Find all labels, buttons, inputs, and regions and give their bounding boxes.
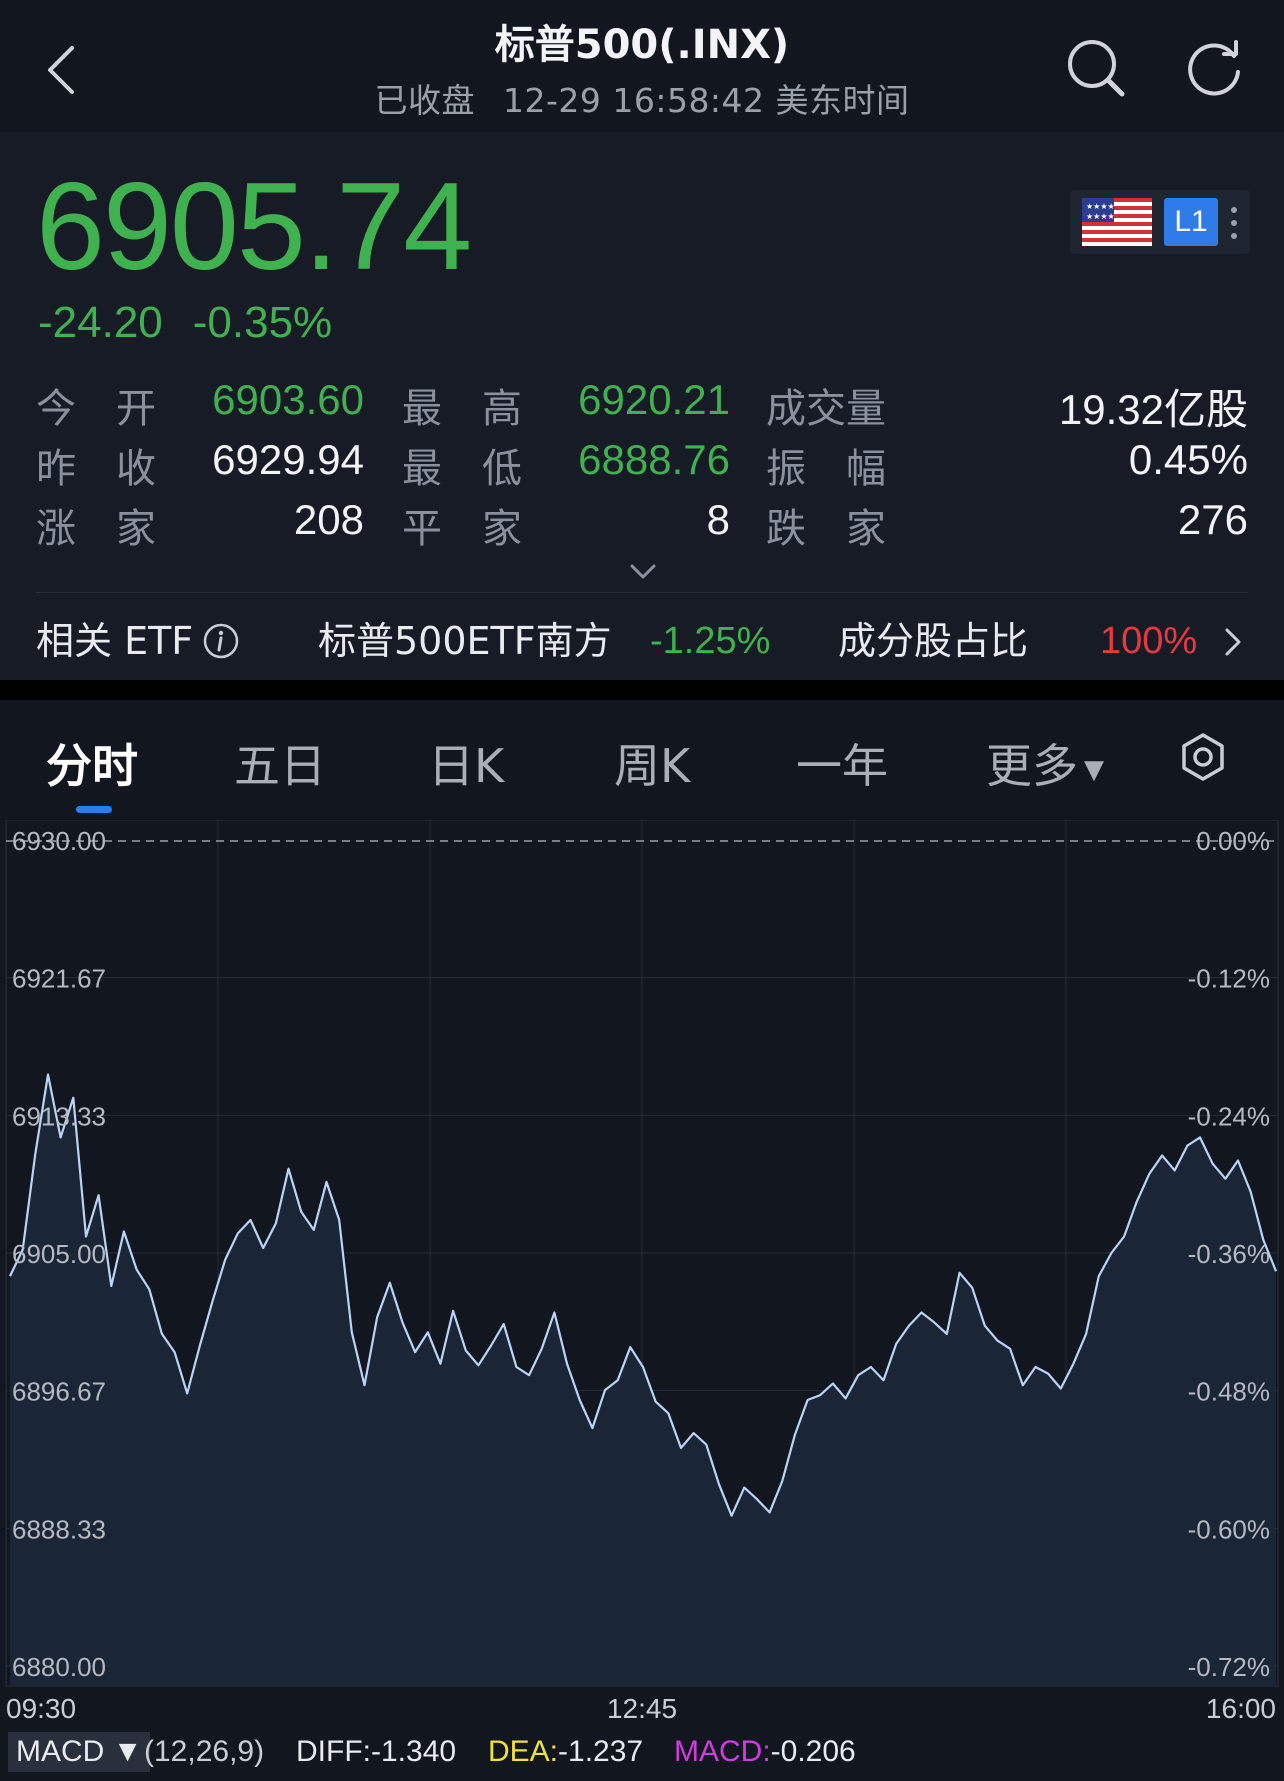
y-axis-tick-left: 6896.67 bbox=[12, 1377, 106, 1407]
last-price: 6905.74 bbox=[36, 158, 472, 296]
tab-more-label: 更多 bbox=[986, 739, 1078, 793]
stat-label: 最低 bbox=[402, 446, 562, 492]
x-axis-tick: 12:45 bbox=[607, 1693, 677, 1724]
tab-one-year[interactable]: 一年 bbox=[796, 730, 888, 796]
tab-daily-k[interactable]: 日K bbox=[428, 730, 504, 796]
stat-label: 跌家 bbox=[766, 506, 926, 552]
chevron-down-icon[interactable] bbox=[628, 560, 658, 584]
macd-value: MACD:-0.206 bbox=[674, 1730, 856, 1774]
related-etf-label: 相关 ETF bbox=[36, 619, 194, 663]
divider bbox=[36, 592, 1248, 593]
market-datetime: 12-29 16:58:42 美东时间 bbox=[502, 81, 910, 120]
stat-value: 6888.76 bbox=[578, 436, 730, 483]
macd-number: -0.206 bbox=[770, 1735, 856, 1768]
stats-row: 昨收 6929.94 最低 6888.76 振幅 0.45% bbox=[36, 436, 1251, 496]
market-badge[interactable]: ★★★★ ★★★★ L1 bbox=[1070, 190, 1250, 254]
level-badge: L1 bbox=[1164, 198, 1218, 246]
stat-value: 276 bbox=[1177, 496, 1248, 543]
indicator-select[interactable]: MACD ▼ bbox=[8, 1732, 151, 1772]
tab-weekly-k[interactable]: 周K bbox=[614, 730, 690, 796]
x-axis-tick: 09:30 bbox=[6, 1693, 76, 1724]
component-ratio-label[interactable]: 成分股占比 bbox=[838, 602, 1028, 680]
stat-label: 涨家 bbox=[36, 506, 196, 552]
macd-diff: DIFF:-1.340 bbox=[296, 1730, 456, 1774]
quote-stats: 今开 6903.60 最高 6920.21 成交量 19.32亿股昨收 6929.94 最低 6… bbox=[36, 376, 1251, 556]
x-axis-tick: 16:00 bbox=[1206, 1693, 1276, 1724]
macd-indicator-bar: MACD ▼ (12,26,9) DIFF:-1.340 DEA:-1.237 … bbox=[0, 1730, 1284, 1774]
stat-value: 6920.21 bbox=[578, 376, 730, 423]
y-axis-tick-right: -0.60% bbox=[1188, 1514, 1270, 1544]
quote-panel: 6905.74 -24.20 -0.35% ★★★★ ★★★★ L1 今开 6903… bbox=[0, 132, 1284, 680]
settings-icon[interactable] bbox=[1178, 732, 1228, 782]
macd-params: (12,26,9) bbox=[144, 1735, 265, 1768]
chevron-right-icon[interactable] bbox=[1222, 626, 1244, 658]
info-icon[interactable] bbox=[202, 622, 240, 660]
change-percent: -0.35% bbox=[192, 298, 333, 347]
stat-label: 振幅 bbox=[766, 446, 926, 492]
market-status-label: 已收盘 bbox=[374, 81, 475, 120]
refresh-icon[interactable] bbox=[1180, 32, 1250, 102]
y-axis-tick-right: -0.12% bbox=[1188, 964, 1270, 994]
chart-period-tabs: 分时 五日 日K 周K 一年 更多 ▼ bbox=[0, 700, 1284, 820]
stat-value: 6903.60 bbox=[212, 376, 364, 423]
top-bar: 标普500(.INX) 已收盘 12-29 16:58:42 美东时间 bbox=[0, 0, 1284, 132]
stat-value: 19.32亿股 bbox=[1058, 386, 1248, 433]
stat-value: 8 bbox=[706, 496, 730, 543]
svg-text:★★★★: ★★★★ bbox=[1086, 202, 1115, 211]
stat-label: 昨收 bbox=[36, 446, 196, 492]
y-axis-tick-right: -0.48% bbox=[1188, 1377, 1270, 1407]
stats-row: 今开 6903.60 最高 6920.21 成交量 19.32亿股 bbox=[36, 376, 1251, 436]
y-axis-tick-left: 6921.67 bbox=[12, 964, 106, 994]
svg-text:★★★★: ★★★★ bbox=[1086, 212, 1115, 221]
diff-value: -1.340 bbox=[371, 1735, 457, 1768]
y-axis-tick-left: 6905.00 bbox=[12, 1239, 106, 1269]
tab-more[interactable]: 更多 ▼ bbox=[986, 730, 1104, 796]
indicator-name: MACD bbox=[16, 1735, 105, 1768]
stats-row: 涨家 208 平家 8 跌家 276 bbox=[36, 496, 1251, 556]
y-axis-tick-left: 6913.33 bbox=[12, 1101, 106, 1131]
dropdown-caret-icon: ▼ bbox=[112, 1735, 143, 1768]
stat-label: 最高 bbox=[402, 386, 562, 432]
change-value: -24.20 bbox=[38, 298, 163, 347]
y-axis-tick-left: 6888.33 bbox=[12, 1514, 106, 1544]
component-ratio-value: 100% bbox=[1100, 620, 1198, 662]
etf-change: -1.25% bbox=[650, 620, 771, 662]
tab-intraday[interactable]: 分时 bbox=[46, 730, 138, 796]
intraday-chart[interactable]: 6930.00 6921.67 6913.33 6905.00 6896.67 6888.… bbox=[0, 819, 1284, 1781]
tab-five-day[interactable]: 五日 bbox=[234, 730, 326, 796]
y-axis-tick-left: 6930.00 bbox=[12, 826, 106, 856]
y-axis-tick-right: -0.24% bbox=[1188, 1101, 1270, 1131]
dea-value: -1.237 bbox=[558, 1735, 644, 1768]
chart-svg[interactable]: 6930.00 6921.67 6913.33 6905.00 6896.67 6888.… bbox=[0, 819, 1284, 1730]
y-axis-tick-right: -0.72% bbox=[1188, 1652, 1270, 1682]
stat-value: 6929.94 bbox=[212, 436, 364, 483]
macd-label: MACD: bbox=[674, 1735, 771, 1768]
related-etf-row: 相关 ETF 标普500ETF南方 -1.25% 成分股占比 100% bbox=[36, 602, 1251, 680]
etf-name-link[interactable]: 标普500ETF南方 bbox=[318, 602, 612, 680]
price-change: -24.20 -0.35% bbox=[38, 298, 362, 348]
diff-label: DIFF: bbox=[296, 1735, 371, 1768]
stat-value: 208 bbox=[293, 496, 364, 543]
y-axis-tick-right: 0.00% bbox=[1196, 826, 1270, 856]
more-vertical-icon[interactable] bbox=[1226, 200, 1242, 246]
macd-dea: DEA:-1.237 bbox=[488, 1730, 643, 1774]
stat-label: 平家 bbox=[402, 506, 562, 552]
stat-label: 今开 bbox=[36, 386, 196, 432]
y-axis-tick-right: -0.36% bbox=[1188, 1239, 1270, 1269]
active-tab-indicator bbox=[76, 806, 112, 813]
y-axis-tick-left: 6880.00 bbox=[12, 1652, 106, 1682]
us-flag-icon: ★★★★ ★★★★ bbox=[1082, 198, 1152, 246]
dea-label: DEA: bbox=[488, 1735, 559, 1768]
section-gap bbox=[0, 680, 1284, 700]
stat-value: 0.45% bbox=[1128, 436, 1248, 483]
stat-label: 成交量 bbox=[766, 386, 886, 432]
dropdown-caret-icon: ▼ bbox=[1084, 754, 1104, 785]
search-icon[interactable] bbox=[1060, 32, 1130, 102]
